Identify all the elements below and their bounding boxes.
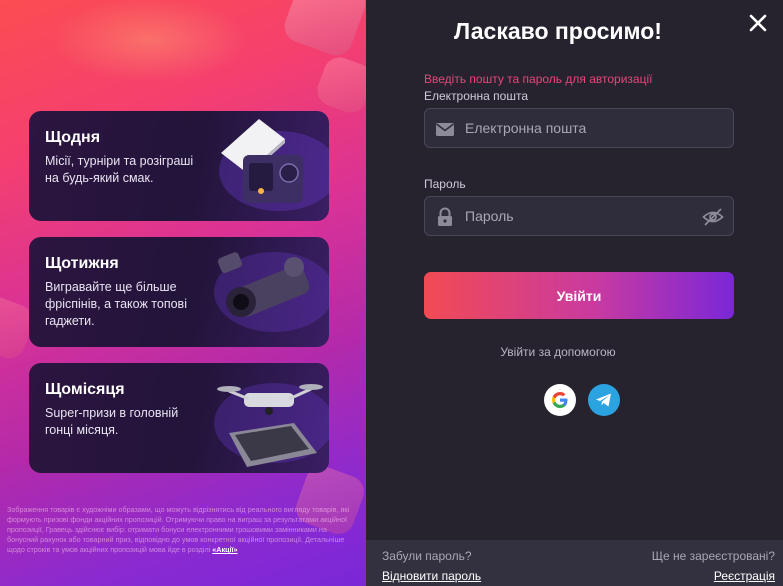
login-button[interactable]: Увійти bbox=[424, 272, 734, 319]
telegram-icon bbox=[596, 393, 611, 407]
promo-card-daily[interactable]: Щодня Місії, турніри та розіграші на буд… bbox=[29, 111, 329, 221]
restore-password-link[interactable]: Відновити пароль bbox=[382, 569, 481, 583]
drone-laptop-icon bbox=[214, 383, 329, 467]
card-title: Щодня bbox=[45, 129, 101, 146]
not-registered-question: Ще не зареєстровані? bbox=[651, 549, 775, 563]
promotions-link[interactable]: «Акції» bbox=[212, 545, 237, 554]
promo-card-monthly[interactable]: Щомісяця Super-призи в головній гонці мі… bbox=[29, 363, 329, 473]
google-login-button[interactable] bbox=[544, 384, 576, 416]
decor-shape bbox=[312, 52, 366, 118]
promo-panel: Щодня Місії, турніри та розіграші на буд… bbox=[0, 0, 366, 586]
card-title: Щотижня bbox=[45, 255, 119, 272]
telegram-login-button[interactable] bbox=[588, 384, 620, 416]
promo-card-weekly[interactable]: Щотижня Вигравайте ще більше фріспінів, … bbox=[29, 237, 329, 347]
close-icon[interactable] bbox=[747, 12, 769, 34]
email-label: Електронна пошта bbox=[424, 89, 529, 103]
email-input[interactable] bbox=[465, 109, 685, 147]
forgot-password-question: Забули пароль? bbox=[382, 549, 472, 563]
card-description: Super-призи в головній гонці місяця. bbox=[45, 406, 179, 437]
page-title: Ласкаво просимо! bbox=[454, 18, 662, 44]
lock-icon bbox=[438, 207, 452, 226]
password-field-wrapper bbox=[424, 196, 734, 236]
login-hint: Введіть пошту та пароль для авторизації bbox=[424, 72, 653, 86]
power-station-icon bbox=[219, 119, 329, 211]
email-field-wrapper bbox=[424, 108, 734, 148]
card-description: Вигравайте ще більше фріспінів, а також … bbox=[45, 280, 187, 328]
decor-shape bbox=[280, 0, 366, 60]
card-title: Щомісяця bbox=[45, 381, 125, 398]
social-login-label: Увійти за допомогою bbox=[500, 345, 616, 359]
thermal-scope-icon bbox=[214, 252, 329, 332]
card-description: Місії, турніри та розіграші на будь-який… bbox=[45, 154, 194, 185]
password-label: Пароль bbox=[424, 177, 466, 191]
google-icon bbox=[552, 392, 568, 408]
legal-disclaimer: Зображення товарів є художніми образами,… bbox=[7, 505, 359, 555]
disclaimer-text: Зображення товарів є художніми образами,… bbox=[7, 505, 350, 554]
password-input[interactable] bbox=[465, 197, 685, 235]
login-panel: Ласкаво просимо! Введіть пошту та пароль… bbox=[366, 0, 783, 586]
eye-off-icon[interactable] bbox=[702, 206, 724, 228]
register-link[interactable]: Реєстрація bbox=[714, 569, 775, 583]
auth-footer: Забули пароль? Відновити пароль Ще не за… bbox=[366, 540, 783, 586]
envelope-icon bbox=[436, 123, 454, 136]
